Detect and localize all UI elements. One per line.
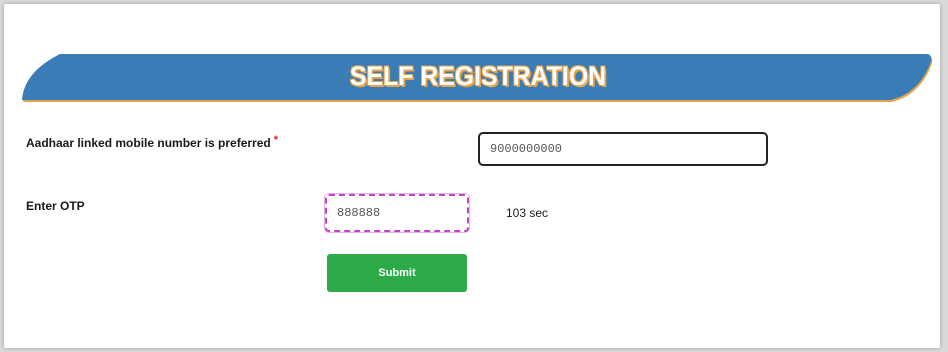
page-banner: SELF REGISTRATION (20, 52, 936, 102)
mobile-number-input[interactable] (478, 132, 768, 166)
otp-input[interactable] (325, 194, 469, 232)
registration-card: SELF REGISTRATION Aadhaar linked mobile … (4, 4, 940, 348)
submit-button[interactable]: Submit (327, 254, 467, 292)
page-title: SELF REGISTRATION (349, 61, 607, 91)
otp-label: Enter OTP (26, 199, 85, 213)
mobile-label: Aadhaar linked mobile number is preferre… (26, 134, 279, 150)
required-mark: * (273, 134, 279, 146)
mobile-label-text: Aadhaar linked mobile number is preferre… (26, 136, 271, 150)
otp-timer: 103 sec (506, 206, 549, 220)
